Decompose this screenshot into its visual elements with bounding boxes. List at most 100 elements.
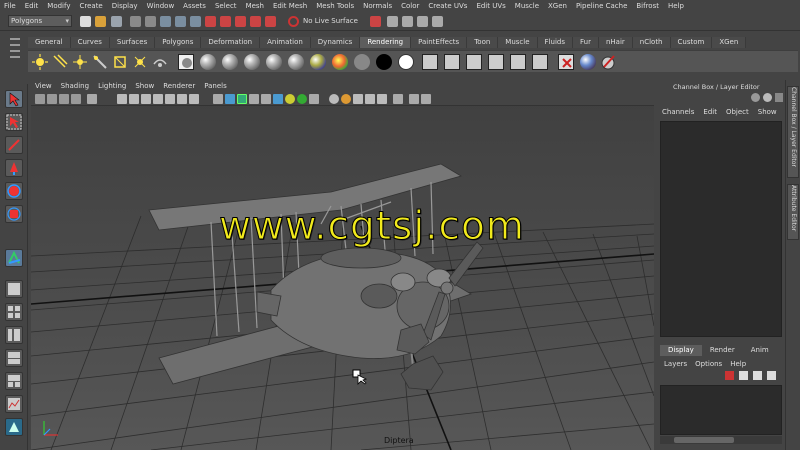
color-management-icon[interactable] [421, 94, 431, 104]
menu-modify[interactable]: Modify [47, 2, 70, 10]
image-plane-icon[interactable] [71, 94, 81, 104]
render-settings-shelf-icon[interactable] [510, 54, 526, 70]
volume-light-icon[interactable] [112, 54, 128, 70]
autodesk-logo-icon[interactable] [5, 418, 23, 436]
directional-light-icon[interactable] [52, 54, 68, 70]
new-scene-icon[interactable] [80, 16, 91, 27]
isolate-select-icon[interactable] [329, 94, 339, 104]
render-preview-icon[interactable] [178, 54, 194, 70]
select-camera-icon[interactable] [35, 94, 45, 104]
tab-rendering[interactable]: Rendering [360, 37, 412, 48]
area-light-icon[interactable] [92, 54, 108, 70]
snap-point-icon[interactable] [235, 16, 246, 27]
blinn-material-icon[interactable] [222, 54, 238, 70]
last-tool-icon[interactable] [5, 249, 23, 267]
delete-icon[interactable] [558, 54, 574, 70]
ramp-shader-icon[interactable] [332, 54, 348, 70]
rotate-tool-icon[interactable] [5, 182, 23, 200]
shelf-handle[interactable] [8, 34, 22, 72]
camera-icon[interactable] [152, 54, 168, 70]
tab-display-layers[interactable]: Display [660, 345, 702, 356]
render-frame-icon[interactable] [387, 16, 398, 27]
safe-title-icon[interactable] [189, 94, 199, 104]
four-view-layout-icon[interactable] [5, 303, 23, 321]
menu-channels[interactable]: Channels [662, 108, 694, 116]
menu-cb-show[interactable]: Show [758, 108, 777, 116]
menu-edit-mesh[interactable]: Edit Mesh [273, 2, 307, 10]
resolution-gate-icon[interactable] [141, 94, 151, 104]
save-scene-icon[interactable] [111, 16, 122, 27]
panel-options-icon[interactable] [775, 93, 783, 102]
tab-surfaces[interactable]: Surfaces [109, 37, 156, 48]
use-all-lights-icon[interactable] [261, 94, 271, 104]
move-tool-icon[interactable] [5, 159, 23, 177]
field-chart-icon[interactable] [165, 94, 175, 104]
render-current-icon[interactable] [444, 54, 460, 70]
use-background-icon[interactable] [376, 54, 392, 70]
anisotropic-material-icon[interactable] [288, 54, 304, 70]
outliner-layout-icon[interactable] [5, 326, 23, 344]
menu-cb-edit[interactable]: Edit [703, 108, 717, 116]
screen-space-ao-icon[interactable] [285, 94, 295, 104]
select-object-icon[interactable] [175, 16, 186, 27]
menu-options[interactable]: Options [695, 360, 722, 368]
hypershade-shelf-icon[interactable] [532, 54, 548, 70]
new-layer-selected-icon[interactable] [739, 371, 748, 380]
select-tool-icon[interactable] [5, 90, 23, 108]
surface-shader-icon[interactable] [354, 54, 370, 70]
two-d-pan-icon[interactable] [87, 94, 97, 104]
menu-file[interactable]: File [4, 2, 16, 10]
ipr-render-icon[interactable] [402, 16, 413, 27]
select-hierarchy-icon[interactable] [160, 16, 171, 27]
make-live-icon[interactable] [265, 16, 276, 27]
wireframe-on-shaded-icon[interactable] [237, 94, 247, 104]
wireframe-icon[interactable] [213, 94, 223, 104]
bookmarks-icon[interactable] [59, 94, 69, 104]
lambert-material-icon[interactable] [200, 54, 216, 70]
point-light-icon[interactable] [32, 54, 48, 70]
graph-layout-icon[interactable] [5, 349, 23, 367]
select-component-icon[interactable] [190, 16, 201, 27]
tab-painteffects[interactable]: PaintEffects [411, 37, 468, 48]
tab-fur[interactable]: Fur [572, 37, 599, 48]
panel-menu-renderer[interactable]: Renderer [163, 82, 195, 90]
shading-map-icon[interactable] [398, 54, 414, 70]
exposure-icon[interactable] [409, 94, 419, 104]
menu-set-dropdown[interactable]: Polygons [8, 15, 72, 27]
new-layer-icon[interactable] [725, 371, 734, 380]
tab-muscle[interactable]: Muscle [498, 37, 538, 48]
xray-joints-icon[interactable] [353, 94, 363, 104]
gate-mask-icon[interactable] [153, 94, 163, 104]
textured-icon[interactable] [249, 94, 259, 104]
panel-menu-shading[interactable]: Shading [61, 82, 89, 90]
shadows-icon[interactable] [273, 94, 283, 104]
tab-render-layers[interactable]: Render [702, 345, 743, 356]
panel-menu-view[interactable]: View [35, 82, 52, 90]
menu-muscle[interactable]: Muscle [515, 2, 539, 10]
menu-layers[interactable]: Layers [664, 360, 687, 368]
menu-edit[interactable]: Edit [25, 2, 39, 10]
spot-light-icon[interactable] [72, 54, 88, 70]
panel-menu-show[interactable]: Show [135, 82, 154, 90]
safe-action-icon[interactable] [177, 94, 187, 104]
menu-mesh-tools[interactable]: Mesh Tools [316, 2, 354, 10]
camera-attributes-icon[interactable] [47, 94, 57, 104]
menu-window[interactable]: Window [147, 2, 175, 10]
open-scene-icon[interactable] [95, 16, 106, 27]
menu-bifrost[interactable]: Bifrost [636, 2, 659, 10]
tab-channel-box-layer-editor[interactable]: Channel Box / Layer Editor [787, 86, 799, 178]
paint-icon[interactable] [600, 54, 616, 70]
lasso-tool-icon[interactable] [5, 113, 23, 131]
layer-horizontal-scrollbar[interactable] [660, 436, 782, 444]
menu-object[interactable]: Object [726, 108, 749, 116]
tab-toon[interactable]: Toon [467, 37, 499, 48]
snap-curve-icon[interactable] [220, 16, 231, 27]
single-perspective-layout-icon[interactable] [5, 280, 23, 298]
menu-normals[interactable]: Normals [363, 2, 392, 10]
paint-select-tool-icon[interactable] [5, 136, 23, 154]
smooth-shade-icon[interactable] [225, 94, 235, 104]
history-icon[interactable] [370, 16, 381, 27]
menu-create[interactable]: Create [79, 2, 102, 10]
menu-xgen[interactable]: XGen [548, 2, 567, 10]
menu-select[interactable]: Select [215, 2, 237, 10]
